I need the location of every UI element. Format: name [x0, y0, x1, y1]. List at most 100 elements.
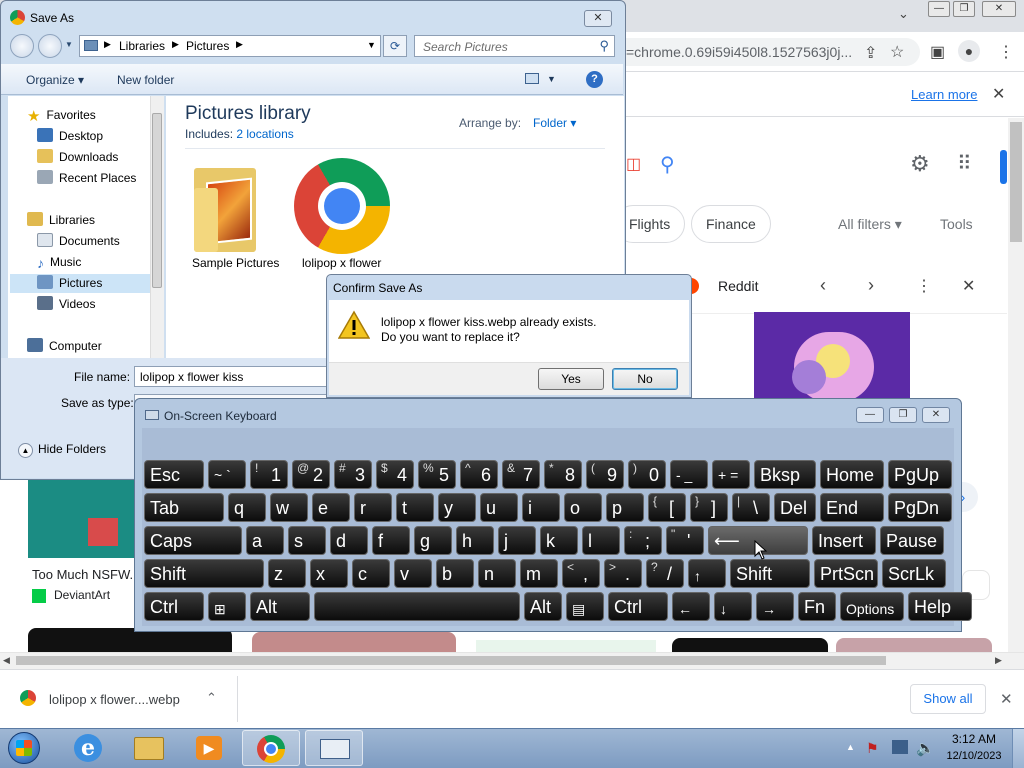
vscroll-thumb[interactable]: [1000, 150, 1007, 184]
key-u[interactable]: u: [480, 493, 518, 522]
key-options[interactable]: Options: [840, 592, 904, 621]
thumbnail[interactable]: [252, 632, 456, 652]
key-home[interactable]: Home: [820, 460, 884, 489]
menu-kebab-icon[interactable]: ⋮: [998, 42, 1014, 62]
bookmark-star-icon[interactable]: ☆: [890, 42, 904, 62]
lens-icon[interactable]: ◫: [626, 154, 641, 174]
key-b[interactable]: b: [436, 559, 474, 588]
key-4[interactable]: $4: [376, 460, 414, 489]
key-w[interactable]: w: [270, 493, 308, 522]
share-icon[interactable]: ⇪: [864, 43, 877, 63]
includes-link[interactable]: 2 locations: [236, 127, 293, 141]
thumbnail[interactable]: [836, 638, 992, 652]
key-v[interactable]: v: [394, 559, 432, 588]
restore-button[interactable]: ❐: [953, 1, 975, 17]
horizontal-scrollbar-thumb[interactable]: [16, 656, 886, 665]
key-e[interactable]: e: [312, 493, 350, 522]
save-as-close-button[interactable]: ✕: [584, 10, 612, 27]
taskbar-media-player[interactable]: ▶: [180, 730, 238, 766]
key-del[interactable]: Del: [774, 493, 816, 522]
scroll-left-arrow-icon[interactable]: ◀: [3, 655, 10, 666]
apps-grid-icon[interactable]: ⠿: [957, 151, 972, 176]
key-symbol[interactable]: ↑: [688, 559, 726, 588]
volume-icon[interactable]: 🔈: [916, 739, 935, 757]
new-folder-button[interactable]: New folder: [117, 73, 174, 87]
no-button[interactable]: No: [612, 368, 678, 390]
key-help[interactable]: Help: [908, 592, 972, 621]
profile-avatar-icon[interactable]: ●: [958, 40, 980, 62]
hide-folders-button[interactable]: ▲ Hide Folders: [18, 442, 106, 458]
search-input[interactable]: Search Pictures ⚲: [414, 35, 615, 57]
key-j[interactable]: j: [498, 526, 536, 555]
tray-expand-icon[interactable]: ▲: [846, 742, 855, 752]
key-pgdn[interactable]: PgDn: [888, 493, 952, 522]
show-desktop-button[interactable]: [1012, 729, 1024, 768]
key-y[interactable]: y: [438, 493, 476, 522]
nav-computer[interactable]: Computer: [27, 337, 102, 356]
key-ctrl[interactable]: Ctrl: [144, 592, 204, 621]
key-insert[interactable]: Insert: [812, 526, 876, 555]
key-symbol[interactable]: :;: [624, 526, 662, 555]
nav-music[interactable]: ♪ Music: [37, 253, 81, 272]
key-alt[interactable]: Alt: [524, 592, 562, 621]
key-0[interactable]: ) 0: [628, 460, 666, 489]
key-1[interactable]: ! 1: [250, 460, 288, 489]
search-icon[interactable]: ⚲: [660, 152, 675, 177]
forward-button[interactable]: [38, 34, 62, 58]
osk-minimize-button[interactable]: —: [856, 407, 884, 423]
key-m[interactable]: m: [520, 559, 558, 588]
osk-restore-button[interactable]: ❐: [889, 407, 917, 423]
key-symbol[interactable]: ▤: [566, 592, 604, 621]
nav-videos[interactable]: Videos: [37, 295, 95, 314]
recent-pages-chevron-icon[interactable]: ▼: [65, 40, 73, 49]
side-panel-icon[interactable]: ▣: [930, 42, 945, 62]
nav-desktop[interactable]: Desktop: [37, 127, 103, 146]
key-s[interactable]: s: [288, 526, 326, 555]
key-tab[interactable]: Tab: [144, 493, 224, 522]
key-pause[interactable]: Pause: [880, 526, 944, 555]
learn-more-link[interactable]: Learn more: [911, 87, 977, 102]
key-symbol[interactable]: ⊞: [208, 592, 246, 621]
vscroll-bar[interactable]: [1010, 122, 1022, 242]
organize-menu[interactable]: Organize ▾: [26, 73, 84, 87]
taskbar-explorer[interactable]: [120, 730, 178, 766]
action-center-flag-icon[interactable]: ⚑: [866, 740, 879, 757]
osk-close-button[interactable]: ✕: [922, 407, 950, 423]
close-button[interactable]: ✕: [982, 1, 1016, 17]
download-bar-close-icon[interactable]: ✕: [1000, 690, 1013, 708]
key-7[interactable]: & 7: [502, 460, 540, 489]
scroll-right-arrow-icon[interactable]: ▶: [995, 655, 1002, 666]
key-p[interactable]: p: [606, 493, 644, 522]
tools-button[interactable]: Tools: [940, 216, 973, 232]
key-5[interactable]: % 5: [418, 460, 456, 489]
key-a[interactable]: a: [246, 526, 284, 555]
next-arrow-icon[interactable]: ›: [868, 275, 874, 296]
clock-time[interactable]: 3:12 AM: [946, 732, 1002, 746]
key-end[interactable]: End: [820, 493, 884, 522]
more-options-icon[interactable]: ⋮: [916, 276, 932, 296]
key-symbol[interactable]: ? /: [646, 559, 684, 588]
key-3[interactable]: #3: [334, 460, 372, 489]
result-title[interactable]: Too Much NSFW...: [32, 567, 140, 582]
prev-arrow-icon[interactable]: ‹: [820, 275, 826, 296]
nav-recent-places[interactable]: Recent Places: [37, 169, 136, 188]
key-shift[interactable]: Shift: [144, 559, 264, 588]
key-z[interactable]: z: [268, 559, 306, 588]
yes-button[interactable]: Yes: [538, 368, 604, 390]
thumbnail[interactable]: [672, 638, 828, 652]
key-q[interactable]: q: [228, 493, 266, 522]
show-all-button[interactable]: Show all: [910, 684, 986, 714]
key-2[interactable]: @2: [292, 460, 330, 489]
nav-pictures[interactable]: Pictures: [10, 274, 150, 293]
view-options-icon[interactable]: [525, 73, 539, 84]
download-filename[interactable]: lolipop x flower....webp: [49, 692, 180, 707]
key-shift[interactable]: Shift: [730, 559, 810, 588]
key-n[interactable]: n: [478, 559, 516, 588]
key-alt[interactable]: Alt: [250, 592, 310, 621]
key-d[interactable]: d: [330, 526, 368, 555]
key-symbol[interactable]: + =: [712, 460, 750, 489]
preview-image[interactable]: [754, 312, 910, 402]
nav-downloads[interactable]: Downloads: [37, 148, 118, 167]
breadcrumb-pictures[interactable]: Pictures: [186, 39, 229, 53]
taskbar-chrome[interactable]: [242, 730, 300, 766]
